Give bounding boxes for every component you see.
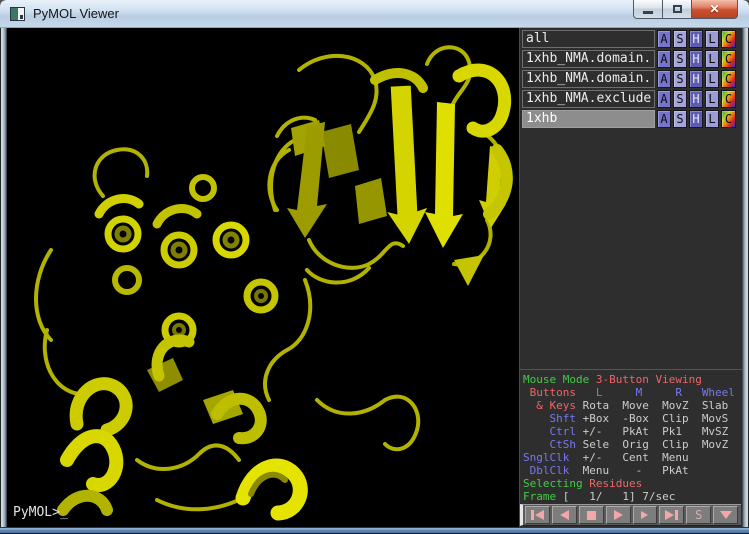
minimize-button[interactable] xyxy=(633,0,663,19)
scene-icon: S xyxy=(695,509,702,521)
command-prompt[interactable]: PyMOL>_ xyxy=(13,505,68,520)
action-button[interactable]: A xyxy=(657,90,671,108)
maximize-button[interactable] xyxy=(663,0,692,19)
internal-gui-panel: allASHLC1xhb_NMA.domain.ASHLC1xhb_NMA.do… xyxy=(519,28,742,527)
window-border-right xyxy=(742,28,749,527)
show-button[interactable]: S xyxy=(673,90,687,108)
go-to-start-icon xyxy=(535,510,544,520)
label-button[interactable]: L xyxy=(705,50,719,68)
stop-button[interactable] xyxy=(579,506,604,524)
show-button[interactable]: S xyxy=(673,50,687,68)
window-border-left xyxy=(0,28,7,527)
object-name[interactable]: all xyxy=(522,30,655,48)
title-bar[interactable]: PyMOL Viewer ✕ xyxy=(0,0,749,28)
mouse-panel-line: Mouse Mode 3-Button Viewing xyxy=(523,373,742,386)
go-to-end-icon xyxy=(675,510,678,520)
label-button[interactable]: L xyxy=(705,110,719,128)
go-to-start-button[interactable] xyxy=(525,506,550,524)
object-row: 1xhb_NMA.domain.ASHLC xyxy=(520,49,742,69)
maximize-icon xyxy=(673,5,682,13)
label-button[interactable]: L xyxy=(705,70,719,88)
close-button[interactable]: ✕ xyxy=(692,0,738,19)
hide-button[interactable]: H xyxy=(689,50,703,68)
3d-viewport[interactable]: PyMOL>_ xyxy=(7,28,519,527)
mouse-panel-line: Selecting Residues xyxy=(523,477,742,490)
object-list: allASHLC1xhb_NMA.domain.ASHLC1xhb_NMA.do… xyxy=(520,28,742,129)
color-button[interactable]: C xyxy=(721,70,736,88)
panel-spacer xyxy=(520,129,742,369)
action-button[interactable]: A xyxy=(657,50,671,68)
go-to-end-button[interactable] xyxy=(659,506,684,524)
object-row: 1xhbASHLC xyxy=(520,109,742,129)
step-back-icon xyxy=(560,510,569,520)
object-name[interactable]: 1xhb xyxy=(522,110,655,128)
hide-button[interactable]: H xyxy=(689,90,703,108)
pymol-app-icon xyxy=(10,7,25,21)
mouse-panel-line: Buttons L M R Wheel xyxy=(523,386,742,399)
show-button[interactable]: S xyxy=(673,110,687,128)
mouse-panel-line: Frame [ 1/ 1] 7/sec xyxy=(523,490,742,503)
color-button[interactable]: C xyxy=(721,50,736,68)
action-button[interactable]: A xyxy=(657,110,671,128)
step-forward-button[interactable] xyxy=(633,506,658,524)
object-row: 1xhb_NMA.excludeASHLC xyxy=(520,89,742,109)
object-name[interactable]: 1xhb_NMA.domain. xyxy=(522,70,655,88)
hide-button[interactable]: H xyxy=(689,110,703,128)
hide-button[interactable]: H xyxy=(689,70,703,88)
show-button[interactable]: S xyxy=(673,30,687,48)
mouse-panel-line: DblClk Menu - PkAt xyxy=(523,464,742,477)
menu-button[interactable] xyxy=(713,506,738,524)
label-button[interactable]: L xyxy=(705,90,719,108)
mouse-panel-line: Shft +Box -Box Clip MovS xyxy=(523,412,742,425)
stop-icon xyxy=(587,511,596,520)
label-button[interactable]: L xyxy=(705,30,719,48)
object-row: 1xhb_NMA.domain.ASHLC xyxy=(520,69,742,89)
mouse-panel-line: Ctrl +/- PkAt Pk1 MvSZ xyxy=(523,425,742,438)
action-button[interactable]: A xyxy=(657,70,671,88)
show-button[interactable]: S xyxy=(673,70,687,88)
object-row: allASHLC xyxy=(520,29,742,49)
mouse-panel-line: SnglClk +/- Cent Menu xyxy=(523,451,742,464)
color-button[interactable]: C xyxy=(721,30,736,48)
color-button[interactable]: C xyxy=(721,90,736,108)
play-button[interactable] xyxy=(606,506,631,524)
scene-button[interactable]: S xyxy=(686,506,711,524)
action-button[interactable]: A xyxy=(657,30,671,48)
pymol-window: PyMOL Viewer ✕ xyxy=(0,0,749,534)
mouse-panel-text: Mouse Mode 3-Button Viewing Buttons L M … xyxy=(520,369,742,504)
window-border-bottom xyxy=(0,527,749,534)
menu-icon xyxy=(720,511,732,519)
minimize-icon xyxy=(643,11,653,14)
mouse-panel-line: CtSh Sele Orig Clip MovZ xyxy=(523,438,742,451)
color-button[interactable]: C xyxy=(721,110,736,128)
go-to-end-icon xyxy=(665,510,674,520)
step-back-button[interactable] xyxy=(552,506,577,524)
step-forward-icon xyxy=(641,511,648,519)
hide-button[interactable]: H xyxy=(689,30,703,48)
window-title: PyMOL Viewer xyxy=(33,6,119,21)
object-name[interactable]: 1xhb_NMA.exclude xyxy=(522,90,655,108)
go-to-start-icon xyxy=(531,510,534,520)
playback-bar: S xyxy=(520,504,741,526)
close-icon: ✕ xyxy=(709,2,719,16)
mouse-panel-line: & Keys Rota Move MovZ Slab xyxy=(523,399,742,412)
play-icon xyxy=(614,510,623,520)
protein-cartoon xyxy=(7,28,519,527)
object-name[interactable]: 1xhb_NMA.domain. xyxy=(522,50,655,68)
